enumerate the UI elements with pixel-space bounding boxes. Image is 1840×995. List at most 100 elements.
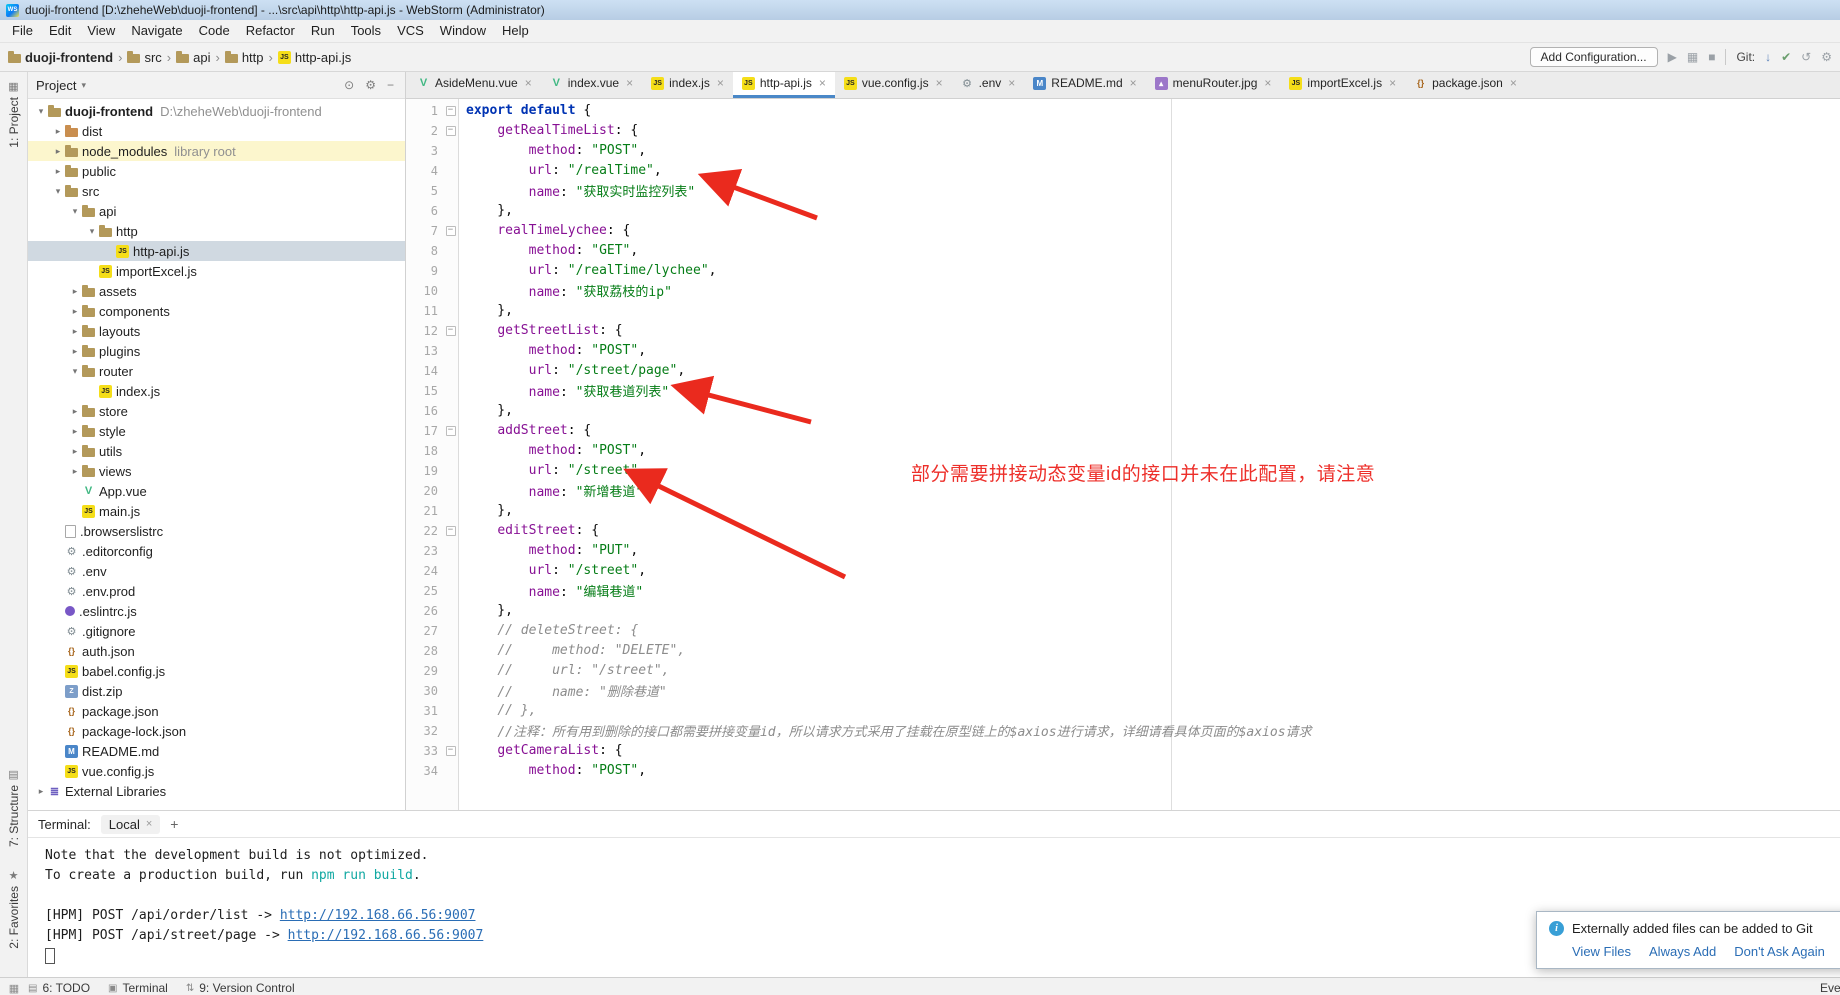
tab-close-icon[interactable]: × — [1389, 76, 1396, 90]
tab-vue.config.js[interactable]: JSvue.config.js× — [835, 72, 952, 98]
fold-icon[interactable] — [443, 225, 458, 236]
tab-close-icon[interactable]: × — [1510, 76, 1517, 90]
notification-action-don-t-ask-again[interactable]: Don't Ask Again — [1734, 944, 1825, 959]
tree-item-plugins[interactable]: ▸plugins — [28, 341, 405, 361]
tab-AsideMenu.vue[interactable]: VAsideMenu.vue× — [408, 72, 541, 98]
breadcrumb-item-http-api.js[interactable]: JShttp-api.js — [278, 50, 351, 65]
tree-item-api[interactable]: ▾api — [28, 201, 405, 221]
tree-toggle-icon[interactable]: ▾ — [68, 366, 82, 377]
terminal-link[interactable]: http://192.168.66.56:9007 — [288, 928, 484, 943]
tab-close-icon[interactable]: × — [936, 76, 943, 90]
tree-item-duoji-frontend[interactable]: ▾duoji-frontendD:\zheheWeb\duoji-fronten… — [28, 101, 405, 121]
menu-item-file[interactable]: File — [4, 20, 41, 42]
tab-close-icon[interactable]: × — [1130, 76, 1137, 90]
tab-close-icon[interactable]: × — [717, 76, 724, 90]
tab-menuRouter.jpg[interactable]: ▴menuRouter.jpg× — [1146, 72, 1281, 98]
tree-toggle-icon[interactable]: ▸ — [51, 126, 65, 137]
hide-panel-icon[interactable]: − — [384, 78, 397, 92]
git-commit-icon[interactable]: ✔ — [1781, 50, 1791, 64]
terminal-link[interactable]: http://192.168.66.56:9007 — [280, 908, 476, 923]
tree-item-http-api.js[interactable]: JShttp-api.js — [28, 241, 405, 261]
tree-toggle-icon[interactable]: ▸ — [51, 146, 65, 157]
tree-toggle-icon[interactable]: ▾ — [85, 226, 99, 237]
fold-icon[interactable] — [443, 525, 458, 536]
tree-item-index.js[interactable]: JSindex.js — [28, 381, 405, 401]
tree-item-README.md[interactable]: MREADME.md — [28, 741, 405, 761]
tree-item-components[interactable]: ▸components — [28, 301, 405, 321]
run-icon[interactable]: ▶ — [1668, 50, 1677, 64]
coverage-icon[interactable]: ▦ — [1687, 50, 1698, 64]
tab-http-api.js[interactable]: JShttp-api.js× — [733, 72, 835, 98]
terminal-tab-close-icon[interactable]: × — [146, 818, 152, 830]
tree-item-views[interactable]: ▸views — [28, 461, 405, 481]
tree-item-router[interactable]: ▾router — [28, 361, 405, 381]
tab-close-icon[interactable]: × — [626, 76, 633, 90]
tree-toggle-icon[interactable]: ▾ — [68, 206, 82, 217]
tree-item-.eslintrc.js[interactable]: .eslintrc.js — [28, 601, 405, 621]
tree-item-.env.prod[interactable]: ⚙.env.prod — [28, 581, 405, 601]
tab-close-icon[interactable]: × — [819, 76, 826, 90]
tree-item-assets[interactable]: ▸assets — [28, 281, 405, 301]
fold-icon[interactable] — [443, 125, 458, 136]
tree-item-layouts[interactable]: ▸layouts — [28, 321, 405, 341]
tab-README.md[interactable]: MREADME.md× — [1024, 72, 1145, 98]
fold-icon[interactable] — [443, 745, 458, 756]
statusbar-todo-button[interactable]: ▤6: TODO — [28, 981, 90, 995]
tree-item-.editorconfig[interactable]: ⚙.editorconfig — [28, 541, 405, 561]
add-configuration-button[interactable]: Add Configuration... — [1530, 47, 1658, 67]
breadcrumb-item-src[interactable]: src — [127, 50, 161, 65]
menu-item-refactor[interactable]: Refactor — [238, 20, 303, 42]
tree-toggle-icon[interactable]: ▸ — [68, 426, 82, 437]
editor[interactable]: 1export default {2 getRealTimeList: {3 m… — [406, 99, 1840, 810]
tree-item-dist[interactable]: ▸dist — [28, 121, 405, 141]
tree-item-External Libraries[interactable]: ▸≣External Libraries — [28, 781, 405, 801]
terminal-tab-local[interactable]: Local × — [101, 815, 161, 834]
chevron-down-icon[interactable]: ▾ — [81, 80, 86, 91]
tree-toggle-icon[interactable]: ▾ — [34, 106, 48, 117]
tool-window-structure-button[interactable]: ▤ 7: Structure — [7, 768, 21, 847]
statusbar-vcs-button[interactable]: ⇅9: Version Control — [186, 981, 295, 995]
tree-toggle-icon[interactable]: ▸ — [68, 406, 82, 417]
menu-item-edit[interactable]: Edit — [41, 20, 79, 42]
menu-item-run[interactable]: Run — [303, 20, 343, 42]
tree-item-auth.json[interactable]: {}auth.json — [28, 641, 405, 661]
stop-icon[interactable]: ■ — [1708, 50, 1715, 64]
tool-window-favorites-button[interactable]: ★ 2: Favorites — [7, 869, 21, 949]
tree-item-.gitignore[interactable]: ⚙.gitignore — [28, 621, 405, 641]
tree-item-public[interactable]: ▸public — [28, 161, 405, 181]
tab-index.vue[interactable]: Vindex.vue× — [541, 72, 642, 98]
statusbar-terminal-button[interactable]: ▣Terminal — [108, 981, 168, 995]
notification-action-view-files[interactable]: View Files — [1572, 944, 1631, 959]
menu-item-vcs[interactable]: VCS — [389, 20, 432, 42]
notification-action-always-add[interactable]: Always Add — [1649, 944, 1716, 959]
tool-window-switcher-icon[interactable]: ▦ — [0, 982, 28, 995]
tab-index.js[interactable]: JSindex.js× — [642, 72, 733, 98]
tab-.env[interactable]: ⚙.env× — [952, 72, 1025, 98]
tree-item-.browserslistrc[interactable]: .browserslistrc — [28, 521, 405, 541]
fold-icon[interactable] — [443, 425, 458, 436]
menu-item-view[interactable]: View — [79, 20, 123, 42]
tree-item-main.js[interactable]: JSmain.js — [28, 501, 405, 521]
tab-package.json[interactable]: {}package.json× — [1405, 72, 1526, 98]
tree-toggle-icon[interactable]: ▸ — [68, 446, 82, 457]
tab-close-icon[interactable]: × — [525, 76, 532, 90]
tree-toggle-icon[interactable]: ▸ — [68, 306, 82, 317]
tree-item-store[interactable]: ▸store — [28, 401, 405, 421]
menu-item-window[interactable]: Window — [432, 20, 494, 42]
menu-item-tools[interactable]: Tools — [343, 20, 389, 42]
new-terminal-session-button[interactable]: + — [170, 816, 178, 832]
tree-item-node_modules[interactable]: ▸node_moduleslibrary root — [28, 141, 405, 161]
tree-item-App.vue[interactable]: VApp.vue — [28, 481, 405, 501]
panel-settings-icon[interactable]: ⚙ — [362, 78, 379, 92]
tree-toggle-icon[interactable]: ▸ — [68, 326, 82, 337]
tree-item-style[interactable]: ▸style — [28, 421, 405, 441]
tab-close-icon[interactable]: × — [1264, 76, 1271, 90]
history-icon[interactable]: ↺ — [1801, 50, 1811, 64]
fold-icon[interactable] — [443, 325, 458, 336]
breadcrumb-item-api[interactable]: api — [176, 50, 210, 65]
tree-toggle-icon[interactable]: ▾ — [51, 186, 65, 197]
breadcrumb-item-duoji-frontend[interactable]: duoji-frontend — [8, 50, 113, 65]
tab-importExcel.js[interactable]: JSimportExcel.js× — [1280, 72, 1405, 98]
breadcrumb-item-http[interactable]: http — [225, 50, 264, 65]
menu-item-help[interactable]: Help — [494, 20, 537, 42]
